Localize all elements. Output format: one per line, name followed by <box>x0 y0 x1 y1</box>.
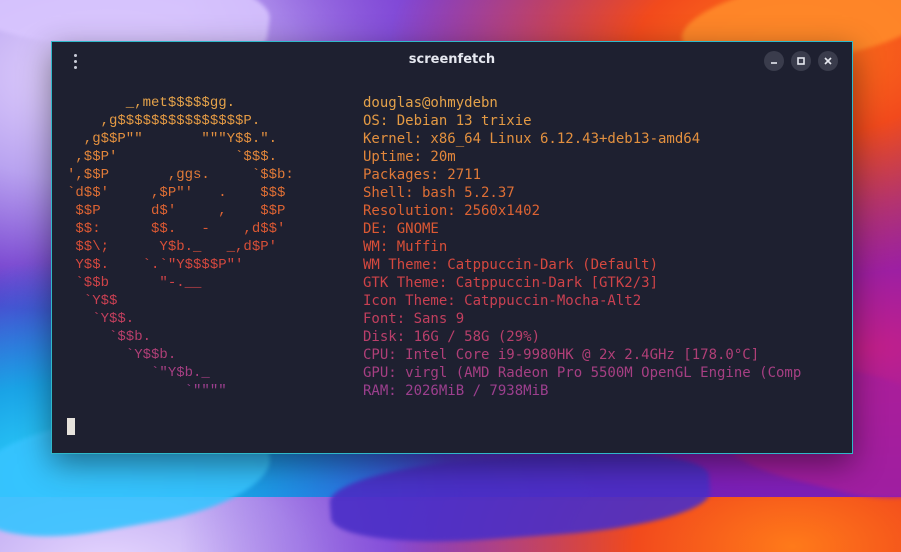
debian-ascii-logo: _,met$$$$$gg. ,g$$$$$$$$$$$$$$$P. ,g$$P"… <box>67 94 294 400</box>
close-button[interactable] <box>818 51 838 71</box>
maximize-icon <box>797 57 805 65</box>
ascii-line: `$$b. <box>67 329 152 345</box>
info-line: Uptime: 20m <box>363 149 456 165</box>
close-icon <box>824 57 832 65</box>
maximize-button[interactable] <box>791 51 811 71</box>
info-line: Shell: bash 5.2.37 <box>363 185 515 201</box>
ascii-line: ,g$$$$$$$$$$$$$$$P. <box>67 113 261 129</box>
ascii-line: $$\; Y$b._ _,d$P' <box>67 239 278 255</box>
info-line: Kernel: x86_64 Linux 6.12.43+deb13-amd64 <box>363 131 701 147</box>
info-line: RAM: 2026MiB / 7938MiB <box>363 383 549 399</box>
info-line: Font: Sans 9 <box>363 311 465 327</box>
minimize-icon <box>771 62 777 64</box>
info-line: Packages: 2711 <box>363 167 482 183</box>
ascii-line: `Y$$ <box>67 293 118 309</box>
title-bar[interactable]: screenfetch <box>52 42 852 79</box>
info-line: Resolution: 2560x1402 <box>363 203 541 219</box>
system-info: douglas@ohmydebn OS: Debian 13 trixie Kern… <box>363 94 833 400</box>
ascii-line: `Y$$. <box>67 311 135 327</box>
info-line: Icon Theme: Catppuccin-Mocha-Alt2 <box>363 293 642 309</box>
info-line: Disk: 16G / 58G (29%) <box>363 329 541 345</box>
ascii-line: $$P d$' , $$P <box>67 203 286 219</box>
ascii-line: `"Y$b._ <box>67 365 210 381</box>
info-line: douglas@ohmydebn <box>363 95 498 111</box>
info-line: CPU: Intel Core i9-9980HK @ 2x 2.4GHz [1… <box>363 347 760 363</box>
ascii-line: `Y$$b. <box>67 347 177 363</box>
ascii-line: Y$$. `.`"Y$$$$P"' <box>67 257 244 273</box>
info-line: WM Theme: Catppuccin-Dark (Default) <box>363 257 659 273</box>
ascii-line: ',$$P ,ggs. `$$b: <box>67 167 294 183</box>
wallpaper-shape <box>327 443 713 551</box>
ascii-line: `d$$' ,$P"' . $$$ <box>67 185 286 201</box>
info-line: GPU: virgl (AMD Radeon Pro 5500M OpenGL … <box>363 365 802 381</box>
ascii-line: `$$b "-.__ <box>67 275 202 291</box>
ascii-line: ,g$$P"" """Y$$.". <box>67 131 278 147</box>
info-line: WM: Muffin <box>363 239 448 255</box>
terminal-output[interactable]: _,met$$$$$gg. ,g$$$$$$$$$$$$$$$P. ,g$$P"… <box>52 79 852 453</box>
window-title: screenfetch <box>408 52 496 67</box>
minimize-button[interactable] <box>764 51 784 71</box>
terminal-window[interactable]: screenfetch _,met$$$$$gg. ,g$$$$$$$$$$$$… <box>51 41 853 454</box>
ascii-line: _,met$$$$$gg. <box>67 95 236 111</box>
text-cursor <box>67 418 75 435</box>
info-line: OS: Debian 13 trixie <box>363 113 532 129</box>
ascii-line: $$: $$. - ,d$$' <box>67 221 286 237</box>
info-line: GTK Theme: Catppuccin-Dark [GTK2/3] <box>363 275 659 291</box>
ascii-line: `"""" <box>67 383 227 399</box>
info-line: DE: GNOME <box>363 221 439 237</box>
ascii-line: ,$$P' `$$$. <box>67 149 278 165</box>
